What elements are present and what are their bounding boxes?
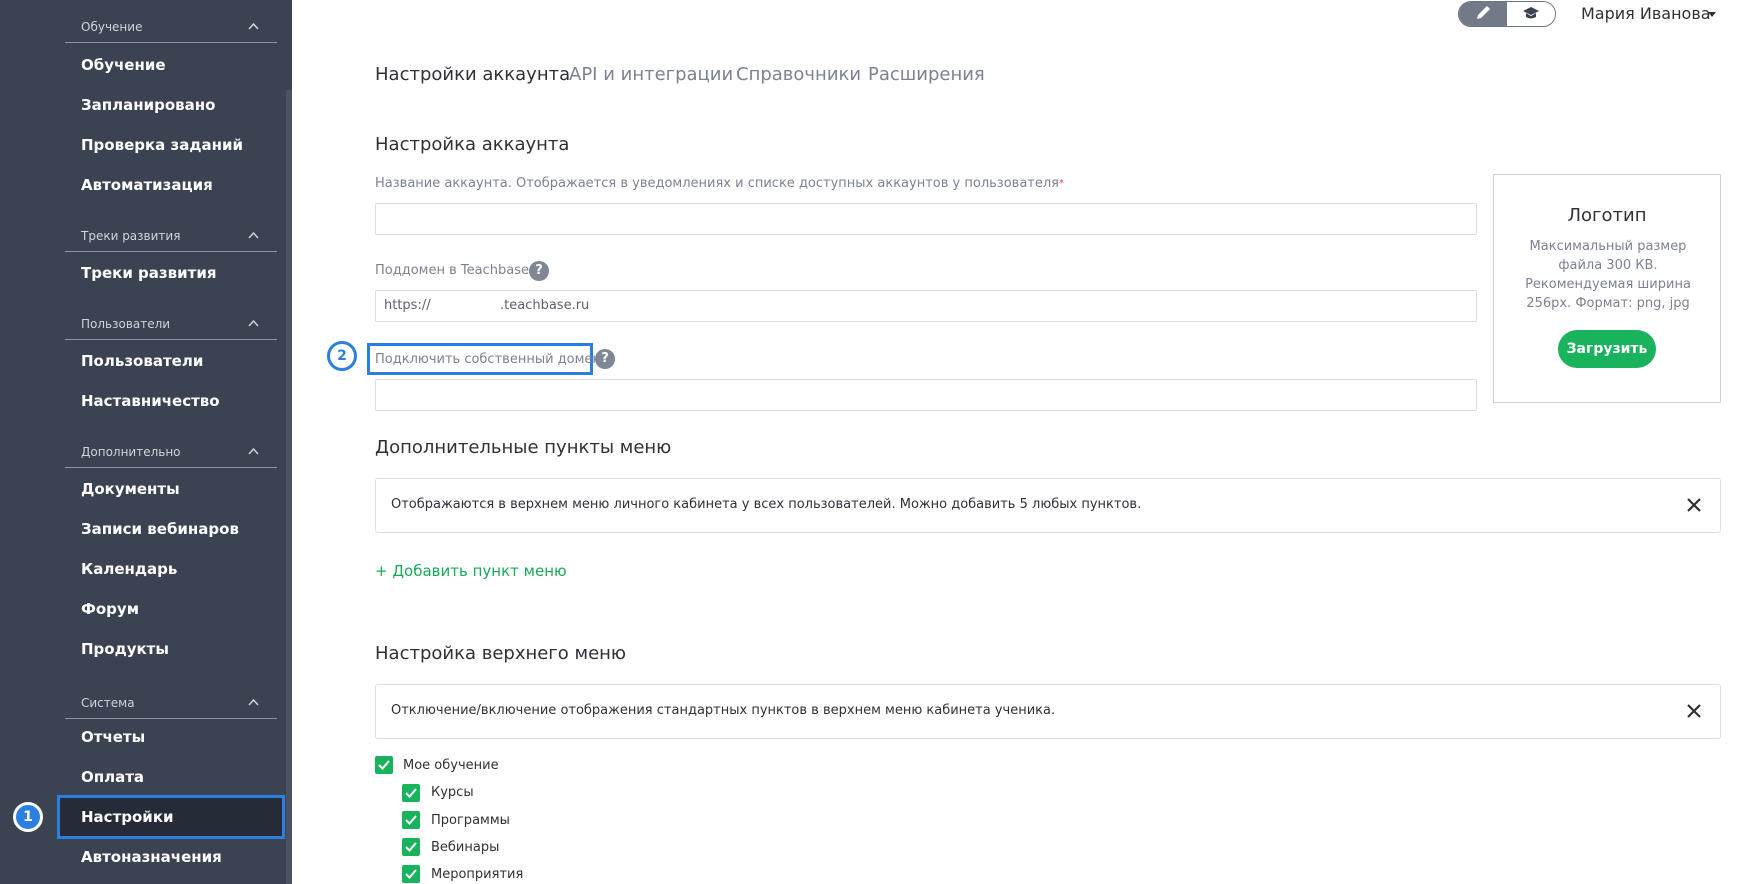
graduation-cap-icon (1523, 7, 1539, 19)
sidebar-section-system[interactable]: Система (65, 696, 277, 719)
section-title: Обучение (81, 20, 143, 34)
programs-checkbox[interactable] (402, 811, 420, 829)
section-title: Пользователи (81, 317, 171, 331)
sidebar-scrollbar[interactable] (286, 90, 292, 884)
sidebar: Обучение Обучение Запланировано Проверка… (0, 0, 292, 884)
chevron-up-icon (248, 22, 259, 30)
section-title: Система (81, 696, 135, 710)
sidebar-item-webinar-records[interactable]: Записи вебинаров (81, 519, 239, 539)
user-menu[interactable]: Мария Иванова (1581, 4, 1711, 23)
chevron-up-icon (248, 447, 259, 455)
top-menu-info: Отключение/включение отображения стандар… (391, 703, 1056, 718)
courses-label: Курсы (431, 785, 474, 800)
help-icon[interactable]: ? (529, 261, 549, 281)
account-name-input[interactable] (375, 203, 1477, 235)
account-name-label: Название аккаунта. Отображается в уведом… (375, 176, 1064, 191)
sidebar-item-scheduled[interactable]: Запланировано (81, 95, 215, 115)
chevron-up-icon (248, 231, 259, 239)
subdomain-input[interactable]: https:// .teachbase.ru (375, 290, 1477, 322)
sidebar-item-mentoring[interactable]: Наставничество (81, 391, 220, 411)
subdomain-label: Поддомен в Teachbase (375, 263, 529, 278)
sidebar-item-autoassign[interactable]: Автоназначения (81, 847, 222, 867)
sidebar-item-reports[interactable]: Отчеты (81, 727, 145, 747)
my-learning-checkbox[interactable] (375, 756, 393, 774)
programs-label: Программы (431, 813, 510, 828)
edit-mode-button[interactable] (1459, 2, 1507, 26)
webinars-label: Вебинары (431, 840, 500, 855)
logo-description: Максимальный размер файла 300 КВ. Рекоме… (1525, 239, 1691, 311)
my-learning-label: Мое обучение (403, 758, 499, 773)
learner-mode-button[interactable] (1507, 2, 1555, 26)
top-menu-info-box: Отключение/включение отображения стандар… (375, 684, 1721, 739)
step-marker-2: 2 (327, 341, 357, 371)
chevron-up-icon (248, 319, 259, 327)
events-label: Мероприятия (431, 867, 524, 882)
sidebar-item-users[interactable]: Пользователи (81, 351, 203, 371)
tab-references[interactable]: Справочники (736, 64, 861, 86)
sidebar-section-learning[interactable]: Обучение (65, 20, 277, 43)
own-domain-input[interactable] (375, 379, 1477, 411)
sidebar-section-tracks[interactable]: Треки развития (65, 229, 277, 252)
sidebar-item-products[interactable]: Продукты (81, 639, 169, 659)
sidebar-item-payment[interactable]: Оплата (81, 767, 144, 787)
extra-menu-info: Отображаются в верхнем меню личного каби… (391, 497, 1142, 512)
check-icon (405, 788, 417, 798)
account-settings-heading: Настройка аккаунта (375, 134, 570, 155)
check-icon (405, 842, 417, 852)
add-menu-item-link[interactable]: + Добавить пункт меню (375, 562, 567, 580)
sidebar-item-documents[interactable]: Документы (81, 479, 180, 499)
help-icon[interactable]: ? (595, 349, 615, 369)
sidebar-item-tracks[interactable]: Треки развития (81, 263, 216, 283)
courses-checkbox[interactable] (402, 784, 420, 802)
step-marker-1: 1 (13, 802, 43, 832)
chevron-up-icon (248, 698, 259, 706)
subdomain-prefix: https:// (384, 298, 431, 313)
check-icon (405, 815, 417, 825)
caret-down-icon[interactable] (1708, 12, 1716, 17)
sidebar-item-automation[interactable]: Автоматизация (81, 175, 213, 195)
section-title: Треки развития (81, 229, 181, 243)
sidebar-item-calendar[interactable]: Календарь (81, 559, 177, 579)
upload-logo-button[interactable]: Загрузить (1558, 330, 1656, 368)
check-icon (378, 760, 390, 770)
section-title: Дополнительно (81, 445, 181, 459)
required-mark: * (1058, 178, 1064, 189)
tab-account-settings[interactable]: Настройки аккаунта (375, 64, 570, 86)
subdomain-suffix: .teachbase.ru (500, 298, 590, 313)
mode-toggle[interactable] (1458, 1, 1556, 27)
tab-extensions[interactable]: Расширения (868, 64, 985, 86)
sidebar-item-task-review[interactable]: Проверка заданий (81, 135, 243, 155)
close-icon[interactable] (1684, 701, 1704, 721)
logo-card: Логотип Максимальный размер файла 300 КВ… (1493, 174, 1721, 403)
check-icon (405, 869, 417, 879)
tab-api-integrations[interactable]: API и интеграции (569, 64, 733, 86)
close-icon[interactable] (1684, 495, 1704, 515)
extra-menu-info-box: Отображаются в верхнем меню личного каби… (375, 478, 1721, 533)
sidebar-item-forum[interactable]: Форум (81, 599, 139, 619)
sidebar-item-settings[interactable]: Настройки (81, 807, 174, 827)
top-menu-heading: Настройка верхнего меню (375, 643, 627, 664)
own-domain-label: Подключить собственный домен (375, 352, 601, 367)
sidebar-item-learning[interactable]: Обучение (81, 55, 166, 75)
pencil-icon (1477, 6, 1490, 19)
logo-title: Логотип (1567, 205, 1647, 226)
extra-menu-heading: Дополнительные пункты меню (375, 437, 672, 458)
webinars-checkbox[interactable] (402, 838, 420, 856)
sidebar-section-users[interactable]: Пользователи (65, 317, 277, 340)
sidebar-section-extra[interactable]: Дополнительно (65, 445, 277, 468)
events-checkbox[interactable] (402, 865, 420, 883)
